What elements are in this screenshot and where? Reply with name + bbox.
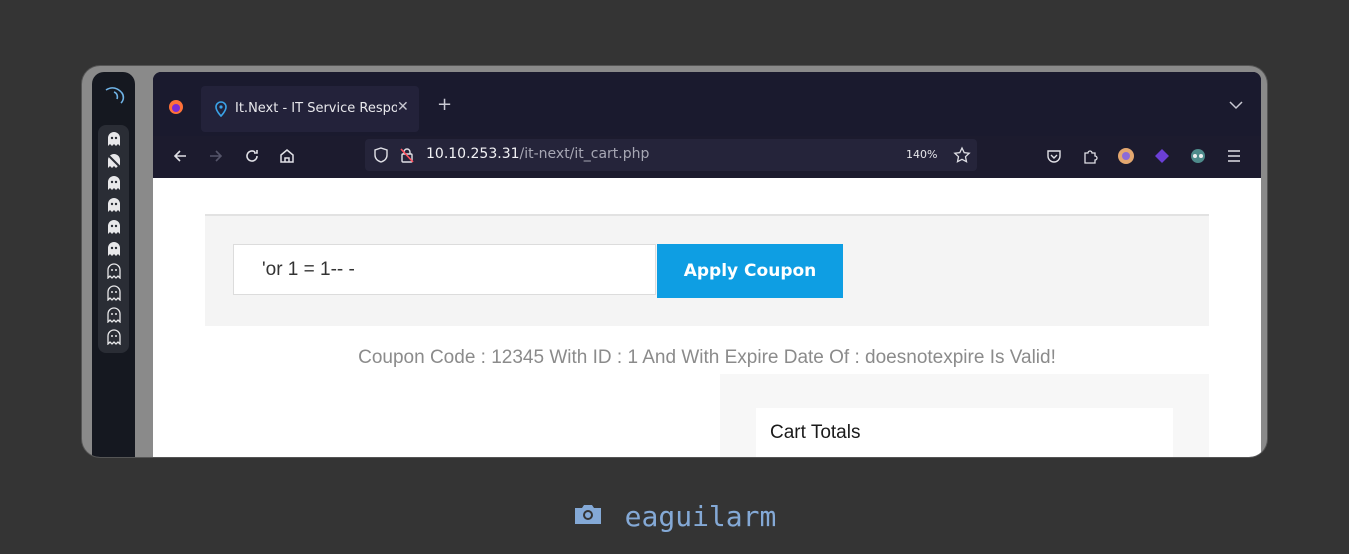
chevron-down-icon[interactable]: [1229, 100, 1243, 110]
tab-itnext[interactable]: It.Next - IT Service Respon ✕: [201, 86, 419, 132]
navigation-toolbar: 10.10.253.31/it-next/it_cart.php 140%: [153, 136, 1261, 178]
shield-icon[interactable]: [372, 146, 390, 164]
footer-username: eaguilarm: [624, 500, 777, 533]
desktop-window-frame: It.Next - IT Service Respon ✕ + 10.10.25…: [82, 66, 1267, 457]
kali-dragon-icon[interactable]: [104, 84, 126, 106]
home-icon[interactable]: [278, 147, 296, 165]
browser-window: It.Next - IT Service Respon ✕ + 10.10.25…: [153, 72, 1261, 457]
location-pin-icon: [215, 101, 227, 117]
insecure-lock-icon[interactable]: [398, 146, 416, 164]
ghost-icon[interactable]: [106, 219, 122, 235]
cart-totals-title: Cart Totals: [770, 422, 861, 443]
footer-credit: eaguilarm: [0, 500, 1349, 533]
coupon-result-message: Coupon Code : 12345 With ID : 1 And With…: [358, 347, 1056, 368]
url-bar[interactable]: 10.10.253.31/it-next/it_cart.php 140%: [365, 139, 977, 171]
ghost-icon[interactable]: [106, 131, 122, 147]
ghost-outline-icon[interactable]: [106, 285, 122, 301]
extensions-puzzle-icon[interactable]: [1081, 147, 1099, 165]
tab-bar: It.Next - IT Service Respon ✕ +: [153, 72, 1261, 136]
zoom-level[interactable]: 140%: [906, 148, 937, 161]
web-page: 'or 1 = 1-- - Apply Coupon Coupon Code :…: [153, 178, 1261, 457]
profile-avatar-icon[interactable]: [1117, 147, 1135, 165]
ghost-outline-icon[interactable]: [106, 307, 122, 323]
url-host: 10.10.253.31: [426, 146, 520, 162]
star-bookmark-icon[interactable]: [953, 146, 971, 164]
spy-extension-icon[interactable]: [1189, 147, 1207, 165]
dock-workspace-group: [98, 125, 129, 353]
url-text[interactable]: 10.10.253.31/it-next/it_cart.php: [426, 146, 649, 162]
ghost-off-icon[interactable]: [106, 153, 122, 169]
camera-icon: [574, 505, 601, 524]
firefox-icon[interactable]: [168, 99, 184, 115]
apply-coupon-button[interactable]: Apply Coupon: [657, 244, 843, 298]
new-tab-plus-icon[interactable]: +: [437, 94, 452, 115]
url-path: /it-next/it_cart.php: [519, 146, 650, 162]
coupon-section: 'or 1 = 1-- - Apply Coupon: [205, 216, 1209, 326]
ghost-icon[interactable]: [106, 175, 122, 191]
close-icon[interactable]: ✕: [397, 99, 409, 115]
ghost-outline-icon[interactable]: [106, 263, 122, 279]
back-arrow-icon[interactable]: [171, 147, 189, 165]
cart-totals-card: Cart Totals: [756, 408, 1173, 457]
ghost-icon[interactable]: [106, 241, 122, 257]
reload-icon[interactable]: [243, 147, 261, 165]
forward-arrow-icon[interactable]: [207, 147, 225, 165]
ghost-outline-icon[interactable]: [106, 329, 122, 345]
hamburger-menu-icon[interactable]: [1225, 147, 1243, 165]
dock: [92, 72, 135, 457]
coupon-code-input[interactable]: 'or 1 = 1-- -: [233, 244, 656, 295]
cart-totals-section: Cart Totals: [720, 374, 1209, 457]
tab-title: It.Next - IT Service Respon: [235, 101, 397, 116]
extension-purple-icon[interactable]: [1153, 147, 1171, 165]
pocket-icon[interactable]: [1045, 147, 1063, 165]
ghost-icon[interactable]: [106, 197, 122, 213]
